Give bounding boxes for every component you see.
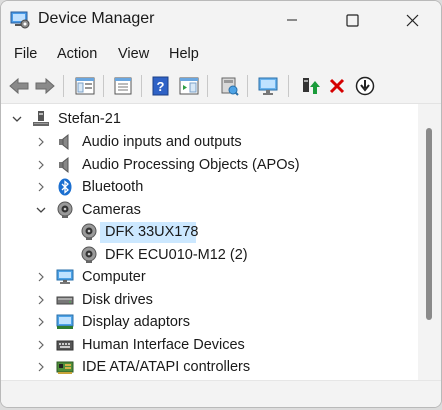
menu-view[interactable]: View	[118, 46, 149, 62]
maximize-button[interactable]	[329, 1, 375, 39]
tree-item-audio-inputs-outputs[interactable]: Audio inputs and outputs	[1, 131, 418, 153]
menu-file[interactable]: File	[14, 46, 37, 62]
vertical-scrollbar-thumb[interactable]	[426, 128, 432, 320]
disable-device-button[interactable]	[353, 74, 377, 98]
tree-item-label: DFK 33UX178	[105, 224, 199, 240]
forward-button[interactable]	[33, 74, 57, 98]
device-manager-window: Device Manager File Action View Help ? S…	[0, 0, 442, 408]
menu-file-label: File	[14, 46, 38, 62]
menu-help-label: Help	[169, 46, 199, 62]
scan-hardware-changes-button[interactable]	[217, 74, 241, 98]
update-driver-button[interactable]	[298, 74, 322, 98]
maximize-icon	[345, 13, 359, 27]
tree-item-label: Display adaptors	[82, 314, 190, 330]
vertical-scrollbar[interactable]	[418, 104, 441, 380]
tree-item-label: Cameras	[82, 202, 141, 218]
window-title: Device Manager	[38, 10, 155, 27]
tree-item-cameras[interactable]: Cameras	[1, 199, 418, 221]
svg-text:?: ?	[157, 79, 165, 94]
minimize-button[interactable]	[269, 1, 315, 39]
tree-item-computer[interactable]: Computer	[1, 266, 418, 288]
expand-chevron-icon[interactable]	[35, 157, 47, 173]
expand-chevron-icon[interactable]	[35, 134, 47, 150]
device-tree[interactable]: Stefan-21 Audio inputs and outputs Audio…	[1, 104, 418, 380]
minimize-icon	[287, 19, 297, 21]
tree-item-disk-drives[interactable]: Disk drives	[1, 289, 418, 311]
menu-help[interactable]: Help	[169, 46, 199, 62]
tree-item-label: Bluetooth	[82, 179, 144, 195]
monitor-icon	[56, 269, 74, 284]
collapse-chevron-icon[interactable]	[11, 111, 23, 127]
show-action-pane-button[interactable]	[177, 74, 201, 98]
speaker-icon	[59, 133, 69, 151]
expand-chevron-icon[interactable]	[35, 314, 47, 330]
monitor-button[interactable]	[256, 74, 280, 98]
help-button[interactable]: ?	[149, 74, 173, 98]
title-bar[interactable]: Device Manager	[1, 1, 441, 39]
toolbar: ?	[1, 69, 441, 104]
delete-x-icon	[329, 78, 345, 94]
tree-item-dfk-33ux178[interactable]: DFK 33UX178	[1, 221, 418, 243]
toolbar-separator	[103, 75, 104, 97]
computer-root-icon	[33, 111, 49, 126]
keyboard-icon	[56, 340, 74, 351]
tree-root-row[interactable]: Stefan-21	[1, 108, 418, 130]
toolbar-separator	[207, 75, 208, 97]
webcam-icon	[81, 223, 97, 240]
tree-item-label: Audio Processing Objects (APOs)	[82, 157, 300, 173]
expand-chevron-icon[interactable]	[35, 269, 47, 285]
action-pane-icon	[179, 77, 199, 95]
tree-item-label: IDE ATA/ATAPI controllers	[82, 359, 251, 375]
webcam-icon	[81, 246, 97, 263]
back-arrow-icon	[9, 77, 29, 95]
update-driver-icon	[303, 78, 320, 94]
expand-chevron-icon[interactable]	[35, 292, 47, 308]
console-tree-icon	[75, 77, 95, 95]
device-manager-app-icon	[10, 11, 30, 29]
show-hide-console-tree-button[interactable]	[73, 74, 97, 98]
toolbar-separator	[247, 75, 248, 97]
scan-hardware-icon	[221, 77, 239, 96]
bluetooth-icon	[58, 178, 72, 196]
toolbar-separator	[63, 75, 64, 97]
back-button[interactable]	[7, 74, 31, 98]
toolbar-separator	[288, 75, 289, 97]
menu-action-label: Action	[57, 46, 98, 62]
expand-chevron-icon[interactable]	[35, 337, 47, 353]
tree-item-label: Computer	[82, 269, 146, 285]
download-circle-icon	[355, 76, 375, 96]
display-adapter-icon	[56, 314, 74, 329]
tree-item-label: Human Interface Devices	[82, 337, 245, 353]
expand-chevron-icon[interactable]	[35, 359, 47, 375]
help-icon: ?	[152, 76, 169, 96]
webcam-icon	[57, 201, 73, 218]
collapse-chevron-icon[interactable]	[35, 202, 47, 218]
close-button[interactable]	[389, 1, 435, 39]
forward-arrow-icon	[35, 77, 55, 95]
tree-item-dfk-ecu010-m12[interactable]: DFK ECU010-M12 (2)	[1, 244, 418, 266]
properties-button[interactable]	[111, 74, 135, 98]
tree-item-audio-processing-objects[interactable]: Audio Processing Objects (APOs)	[1, 154, 418, 176]
menu-action[interactable]: Action	[57, 46, 97, 62]
tree-item-label: Disk drives	[82, 292, 153, 308]
controller-card-icon	[56, 361, 74, 374]
tree-item-label: Audio inputs and outputs	[82, 134, 242, 150]
tree-item-display-adaptors[interactable]: Display adaptors	[1, 311, 418, 333]
tree-root-label: Stefan-21	[58, 111, 121, 127]
menu-view-label: View	[118, 46, 150, 62]
menu-bar: File Action View Help	[1, 39, 441, 69]
expand-chevron-icon[interactable]	[35, 179, 47, 195]
tree-item-human-interface-devices[interactable]: Human Interface Devices	[1, 334, 418, 356]
toolbar-separator	[141, 75, 142, 97]
speaker-icon	[59, 156, 69, 174]
tree-item-label: DFK ECU010-M12 (2)	[105, 247, 248, 263]
monitor-icon	[258, 77, 278, 95]
horizontal-scrollbar[interactable]	[1, 380, 441, 407]
disk-drive-icon	[56, 296, 74, 305]
close-icon	[406, 14, 418, 26]
tree-item-bluetooth[interactable]: Bluetooth	[1, 176, 418, 198]
uninstall-device-button[interactable]	[325, 74, 349, 98]
tree-item-ide-ata-atapi-controllers[interactable]: IDE ATA/ATAPI controllers	[1, 356, 418, 378]
properties-icon	[114, 77, 132, 95]
